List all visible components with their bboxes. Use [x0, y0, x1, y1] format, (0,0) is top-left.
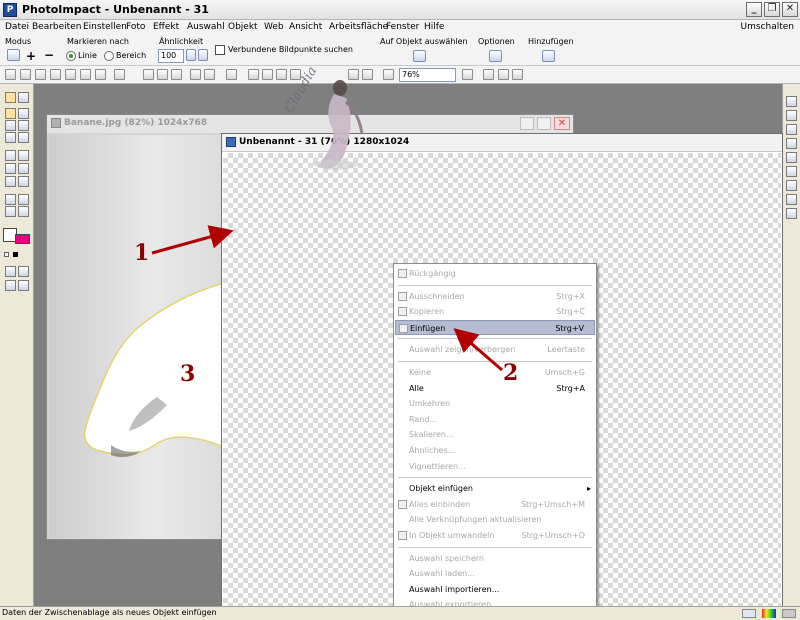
annotation-arrows [151, 225, 503, 372]
status-image-icon [742, 609, 756, 618]
status-bar: Daten der Zwischenablage als neues Objek… [0, 606, 800, 620]
status-memory-icon [782, 609, 796, 618]
arrow-2 [453, 328, 503, 372]
status-text: Daten der Zwischenablage als neues Objek… [2, 608, 217, 617]
arrow-1 [151, 225, 234, 255]
annotation-number-2: 2 [503, 360, 519, 386]
status-color-icon [762, 609, 776, 618]
annotation-number-1: 1 [134, 240, 150, 266]
